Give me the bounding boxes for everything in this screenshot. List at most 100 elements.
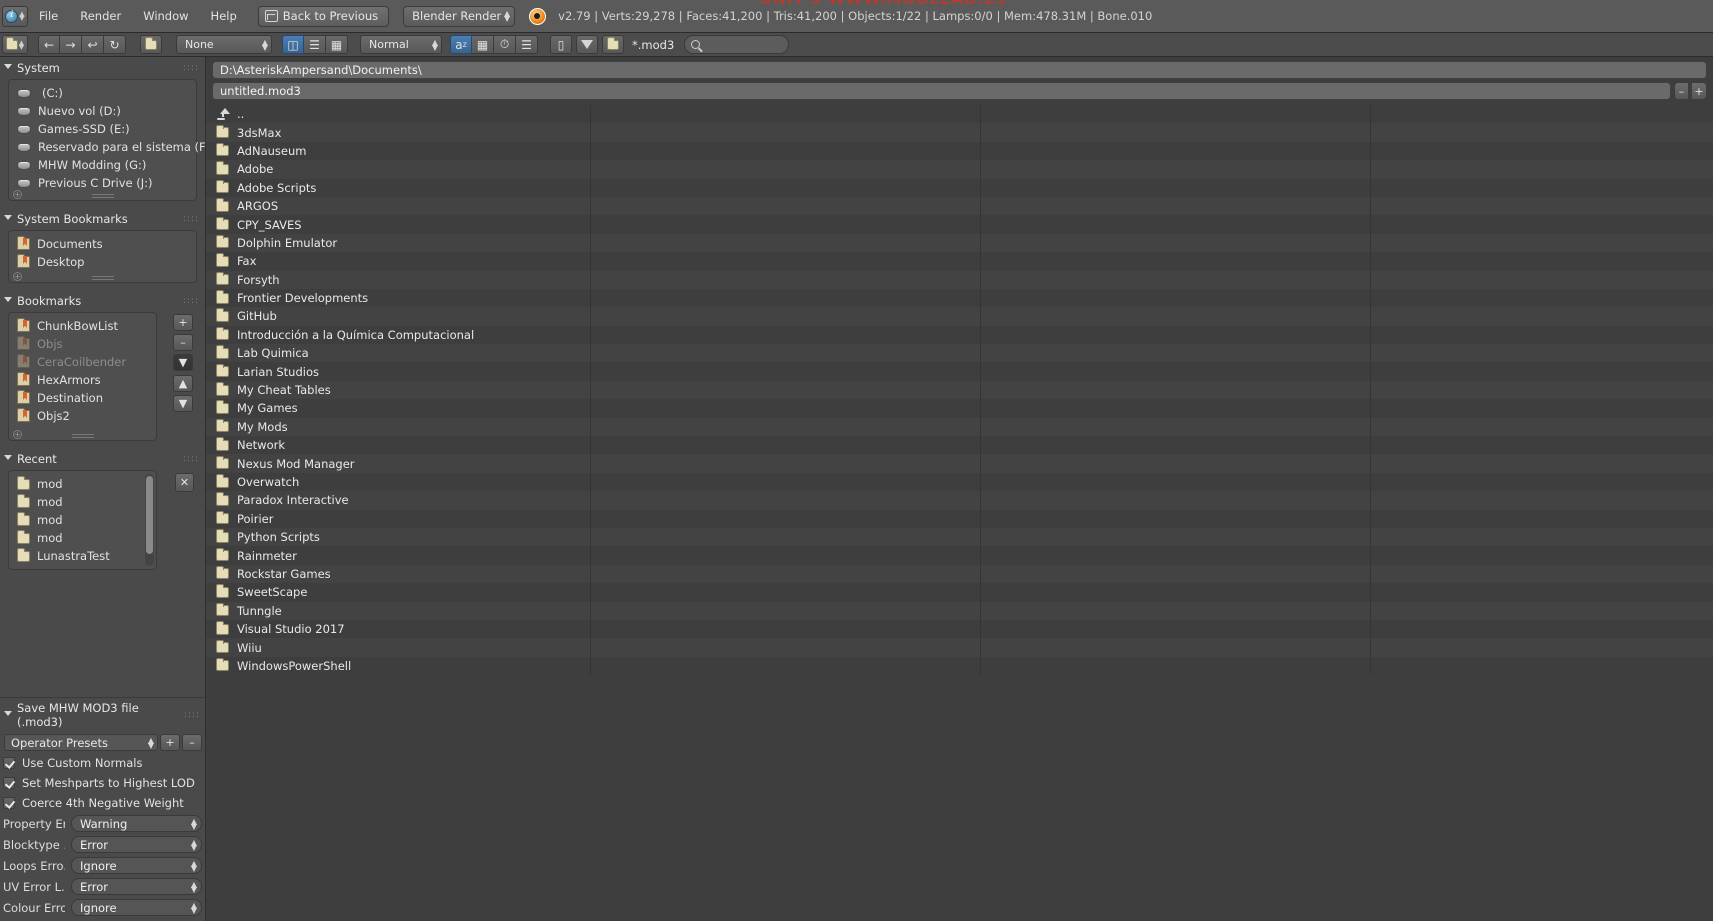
- increment-filename-button[interactable]: +: [1692, 82, 1707, 100]
- thumbnail-view-icon[interactable]: ◫: [282, 35, 304, 54]
- file-row[interactable]: GitHub: [206, 307, 1713, 326]
- expand-panel-icon[interactable]: +: [13, 190, 22, 199]
- search-input[interactable]: [684, 35, 790, 54]
- file-row[interactable]: Introducción a la Química Computacional: [206, 326, 1713, 344]
- move-bookmark-button[interactable]: ▼: [173, 354, 193, 371]
- file-row[interactable]: Larian Studios: [206, 362, 1713, 380]
- list-item-drive[interactable]: Games-SSD (E:): [9, 120, 196, 138]
- recent-scrollbar[interactable]: [146, 476, 153, 554]
- folder-filter-icon[interactable]: [602, 35, 624, 54]
- enum-select-uv-error[interactable]: Error ▲ ▼: [71, 878, 202, 895]
- file-list[interactable]: .. 3dsMax AdNauseum Adobe Adobe Scripts …: [206, 105, 1713, 676]
- sort-alphabetical-icon[interactable]: az: [450, 35, 472, 54]
- file-row[interactable]: Fax: [206, 252, 1713, 270]
- expand-panel-icon[interactable]: +: [13, 272, 22, 281]
- show-hidden-icon[interactable]: ▯: [550, 35, 572, 54]
- render-engine-select[interactable]: Blender Render ▲ ▼: [403, 5, 516, 27]
- forward-arrow-icon[interactable]: →: [60, 35, 82, 54]
- menu-help[interactable]: Help: [200, 6, 248, 26]
- file-row[interactable]: Forsyth: [206, 270, 1713, 289]
- list-item-bookmark[interactable]: CeraCoilbender: [9, 353, 156, 371]
- refresh-icon[interactable]: ↻: [104, 35, 126, 54]
- file-row[interactable]: Visual Studio 2017: [206, 620, 1713, 638]
- list-item-bookmark[interactable]: Objs2: [9, 407, 156, 425]
- remove-preset-button[interactable]: –: [182, 734, 202, 751]
- checkbox-set-meshparts-highest-lod[interactable]: Set Meshparts to Highest LOD: [0, 773, 205, 793]
- file-row[interactable]: Tunngle: [206, 601, 1713, 620]
- file-row[interactable]: Paradox Interactive: [206, 491, 1713, 510]
- file-row[interactable]: Poirier: [206, 510, 1713, 528]
- editor-type-button[interactable]: ▲▼: [2, 5, 28, 27]
- short-list-view-icon[interactable]: ▦: [326, 35, 348, 54]
- operator-panel-header[interactable]: Save MHW MOD3 file (.mod3) ::::: [0, 697, 205, 732]
- file-row[interactable]: Adobe Scripts: [206, 179, 1713, 197]
- remove-bookmark-button[interactable]: –: [173, 334, 193, 351]
- panel-header-system-bookmarks[interactable]: System Bookmarks ::::: [0, 208, 205, 230]
- directory-path-input[interactable]: D:\AsteriskAmpersand\Documents\: [212, 61, 1707, 79]
- file-row[interactable]: My Mods: [206, 417, 1713, 437]
- menu-window[interactable]: Window: [132, 6, 199, 26]
- panel-resize-handle[interactable]: [71, 434, 94, 438]
- file-row[interactable]: AdNauseum: [206, 142, 1713, 160]
- sort-by-size-icon[interactable]: ☰: [516, 35, 538, 54]
- file-row[interactable]: Network: [206, 436, 1713, 454]
- panel-header-bookmarks[interactable]: Bookmarks ::::: [0, 290, 205, 312]
- panel-resize-handle[interactable]: [91, 194, 114, 198]
- file-row[interactable]: Overwatch: [206, 473, 1713, 491]
- enum-select-blocktype[interactable]: Error ▲ ▼: [71, 836, 202, 853]
- list-item-bookmark[interactable]: Destination: [9, 389, 156, 407]
- add-bookmark-button[interactable]: +: [173, 314, 193, 331]
- file-row[interactable]: Python Scripts: [206, 527, 1713, 547]
- add-preset-button[interactable]: +: [160, 734, 180, 751]
- file-row[interactable]: My Games: [206, 399, 1713, 417]
- expand-panel-icon[interactable]: +: [13, 430, 22, 439]
- checkbox-coerce-4th-negative-weight[interactable]: Coerce 4th Negative Weight: [0, 793, 205, 813]
- enum-select-loops-error[interactable]: Ignore ▲ ▼: [71, 857, 202, 874]
- filename-input[interactable]: untitled.mod3: [212, 82, 1671, 100]
- move-bookmark-up-button[interactable]: ▲: [173, 375, 193, 392]
- menu-file[interactable]: File: [28, 6, 69, 26]
- move-bookmark-down-button[interactable]: ▼: [173, 395, 193, 412]
- list-view-icon[interactable]: ☰: [304, 35, 326, 54]
- list-item-bookmark[interactable]: Documents: [9, 235, 196, 253]
- list-item-bookmark[interactable]: Desktop: [9, 253, 196, 271]
- editor-type-button-2[interactable]: ▲ ▼: [2, 35, 28, 54]
- list-item-recent[interactable]: mod: [9, 511, 156, 529]
- file-row-parent[interactable]: ..: [206, 105, 1713, 123]
- back-to-previous-button[interactable]: Back to Previous: [257, 5, 390, 27]
- list-item-bookmark[interactable]: ChunkBowList: [9, 317, 156, 335]
- decrement-filename-button[interactable]: –: [1674, 82, 1689, 100]
- list-item-drive[interactable]: (C:): [9, 84, 196, 102]
- checkbox-use-custom-normals[interactable]: Use Custom Normals: [0, 753, 205, 773]
- file-row[interactable]: My Cheat Tables: [206, 380, 1713, 400]
- file-row[interactable]: SweetScape: [206, 583, 1713, 601]
- file-row[interactable]: Frontier Developments: [206, 289, 1713, 307]
- filter-funnel-icon[interactable]: [576, 35, 598, 54]
- list-item-recent[interactable]: LunastraTest: [9, 547, 156, 565]
- new-folder-icon[interactable]: [140, 35, 162, 54]
- panel-header-recent[interactable]: Recent ::::: [0, 448, 205, 470]
- list-item-drive[interactable]: MHW Modding (G:): [9, 156, 196, 174]
- list-item-drive[interactable]: Nuevo vol (D:): [9, 102, 196, 120]
- list-item-drive[interactable]: Previous C Drive (J:): [9, 174, 196, 192]
- list-item-recent[interactable]: mod: [9, 475, 156, 493]
- file-row[interactable]: Wiiu: [206, 638, 1713, 657]
- file-row[interactable]: ARGOS: [206, 196, 1713, 216]
- list-item-drive[interactable]: Reservado para el sistema (F:): [9, 138, 205, 156]
- file-row[interactable]: Nexus Mod Manager: [206, 454, 1713, 473]
- file-row[interactable]: Adobe: [206, 160, 1713, 179]
- file-row[interactable]: Dolphin Emulator: [206, 233, 1713, 253]
- panel-header-system[interactable]: System ::::: [0, 57, 205, 79]
- back-arrow-icon[interactable]: ←: [38, 35, 60, 54]
- list-item-bookmark[interactable]: HexArmors: [9, 371, 156, 389]
- operator-presets-select[interactable]: Operator Presets ▲ ▼: [4, 734, 158, 751]
- clear-recent-button[interactable]: ✕: [175, 473, 194, 492]
- display-mode-select[interactable]: None ▲ ▼: [176, 35, 272, 54]
- menu-render[interactable]: Render: [69, 6, 132, 26]
- file-row[interactable]: 3dsMax: [206, 123, 1713, 142]
- panel-resize-handle[interactable]: [91, 276, 114, 280]
- file-row[interactable]: Rainmeter: [206, 546, 1713, 564]
- file-row[interactable]: Rockstar Games: [206, 564, 1713, 584]
- file-row[interactable]: Lab Quimica: [206, 344, 1713, 363]
- enum-select-property-error[interactable]: Warning ▲ ▼: [71, 815, 202, 832]
